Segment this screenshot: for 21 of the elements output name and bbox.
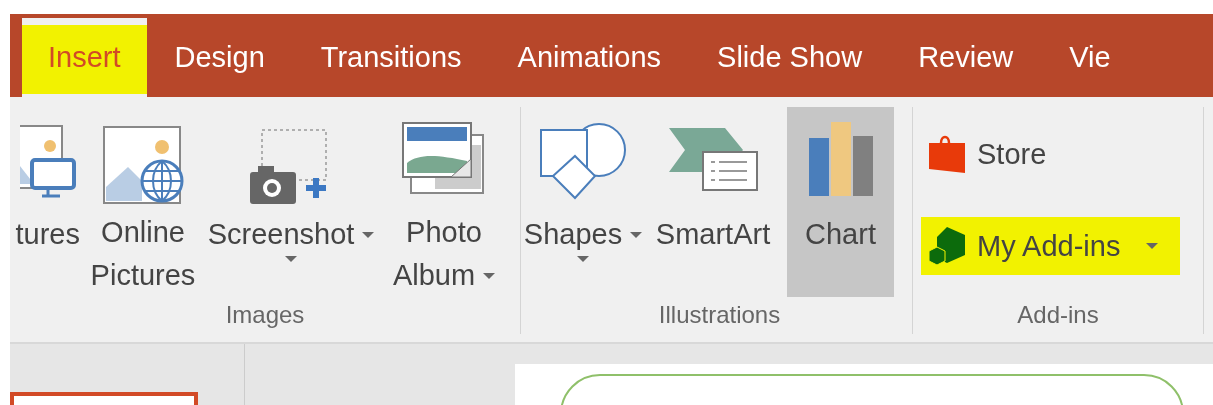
ribbon-button[interactable]: Chart <box>787 107 894 297</box>
ribbon-tab[interactable]: Vie <box>1041 18 1139 97</box>
ribbon-tab[interactable]: Animations <box>489 18 690 97</box>
ribbon-button[interactable]: Shapes <box>527 107 639 297</box>
shopping-bag-icon <box>927 133 967 175</box>
group-label: Add-ins <box>1016 300 1100 330</box>
ribbon-button[interactable]: Store <box>921 129 1053 179</box>
ribbon-tab[interactable]: Slide Show <box>689 18 891 97</box>
ribbon-button[interactable]: tures <box>10 107 80 297</box>
ribbon-button[interactable]: Photo Album <box>380 107 508 297</box>
ribbon-button[interactable]: SmartArt <box>643 107 783 297</box>
cubes-icon <box>927 225 967 267</box>
ribbon-tab[interactable]: Design <box>146 18 293 97</box>
ribbon-tab[interactable]: Insert <box>22 18 147 97</box>
ribbon-button[interactable]: My Add-ins <box>921 217 1181 275</box>
ribbon-button[interactable]: Online Pictures <box>84 107 202 297</box>
ribbon-tab[interactable]: Review <box>890 18 1042 97</box>
ribbon-tab[interactable]: Transitions <box>292 18 490 97</box>
ribbon-button[interactable]: Screenshot <box>206 107 376 297</box>
group-label: Illustrations <box>657 300 782 330</box>
group-label: Images <box>224 300 306 330</box>
